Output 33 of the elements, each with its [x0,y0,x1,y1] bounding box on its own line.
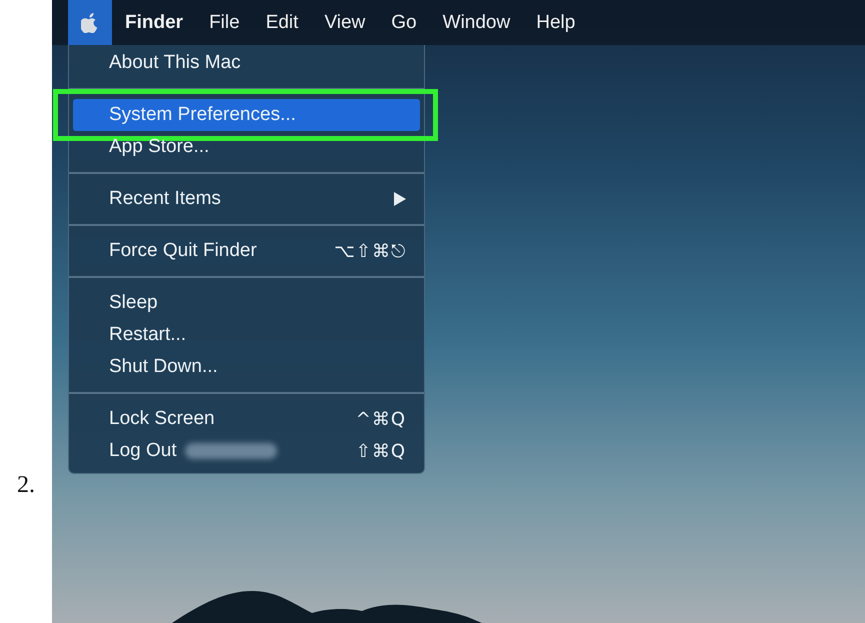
menu-item-label: Sleep [109,292,158,314]
keyboard-shortcut: ⇧⌘Q [356,440,406,462]
menu-item[interactable]: Shut Down... [73,351,420,383]
menu-bar-item[interactable]: Help [523,0,588,45]
menu-item-label: App Store... [109,136,210,158]
menu-item-label: Shut Down... [109,356,218,378]
menu-bar-item[interactable]: File [196,0,253,45]
menu-item[interactable]: About This Mac [73,47,420,79]
apple-logo-icon [81,12,99,33]
menu-bar-item[interactable]: View [311,0,378,45]
apple-menu-button[interactable] [68,0,112,45]
menu-item[interactable]: Log Out ⇧⌘Q [73,435,420,467]
step-number: 2. [17,472,35,500]
menu-item-label: Recent Items [109,188,221,210]
menu-item[interactable]: Force Quit Finder ⌥⇧⌘⎋ [73,235,420,267]
menu-bar-item[interactable]: Edit [252,0,312,45]
menu-bar-item[interactable]: Finder [112,0,196,45]
menu-item-label: About This Mac [109,52,241,74]
menu-item[interactable]: Restart... [73,319,420,351]
keyboard-shortcut: ^⌘Q [356,408,406,430]
menu-item[interactable]: Recent Items [73,183,420,215]
menu-item[interactable]: System Preferences... [73,99,420,131]
menu-item[interactable]: Lock Screen ^⌘Q [73,403,420,435]
menu-item-label: Restart... [109,324,186,346]
menu-item-label: Lock Screen [109,408,215,430]
menu-item[interactable]: App Store... [73,131,420,163]
menu-bar-item[interactable]: Window [430,0,524,45]
menu-item[interactable]: Sleep [73,287,420,319]
menu-item-label: Force Quit Finder [109,240,257,262]
keyboard-shortcut: ⌥⇧⌘⎋ [334,240,406,262]
menu-item-label: Log Out [109,440,177,462]
menu-bar-item[interactable]: Go [378,0,430,45]
menu-item-label: System Preferences... [109,104,296,126]
